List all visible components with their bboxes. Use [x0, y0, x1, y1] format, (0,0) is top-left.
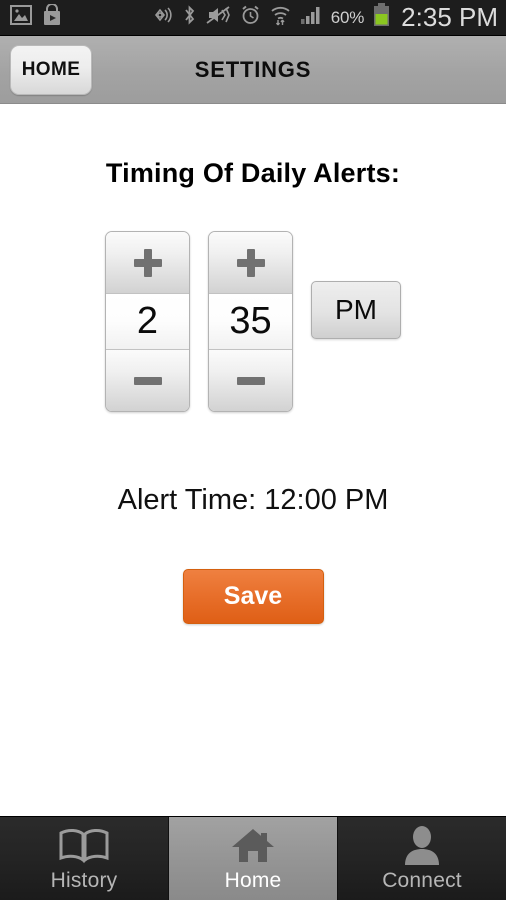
minus-icon [236, 376, 265, 385]
time-picker-row: 2 35 PM [0, 231, 506, 412]
plus-icon [236, 248, 265, 277]
book-icon [58, 825, 110, 865]
minute-stepper: 35 [208, 231, 293, 412]
minute-increment-button[interactable] [209, 232, 292, 294]
settings-content: Timing Of Daily Alerts: 2 35 PM Alert Ti… [0, 104, 506, 816]
play-store-icon [42, 3, 62, 31]
person-icon [401, 825, 443, 865]
tab-history[interactable]: History [0, 817, 168, 900]
home-up-button[interactable]: HOME [10, 44, 92, 95]
tab-connect-label: Connect [382, 868, 462, 892]
minute-decrement-button[interactable] [209, 349, 292, 411]
vibrate-mute-icon [205, 5, 231, 30]
status-bar-left-icons [10, 3, 62, 31]
tab-connect[interactable]: Connect [337, 817, 506, 900]
hour-decrement-button[interactable] [106, 349, 189, 411]
clock-label: 2:35 PM [401, 2, 498, 32]
plus-icon [133, 248, 162, 277]
nfc-beam-icon [148, 5, 174, 30]
wifi-icon [270, 5, 291, 31]
status-bar-right-icons: 60% 2:35 PM [148, 2, 498, 33]
bluetooth-icon [183, 5, 196, 30]
tab-home[interactable]: Home [168, 817, 337, 900]
save-button[interactable]: Save [182, 569, 324, 624]
minute-value[interactable]: 35 [209, 294, 292, 349]
hour-increment-button[interactable] [106, 232, 189, 294]
battery-percent-label: 60% [330, 7, 365, 27]
ampm-toggle-button[interactable]: PM [311, 281, 401, 339]
status-bar: 60% 2:35 PM [0, 0, 506, 36]
bottom-tab-bar: History Home Connect [0, 816, 506, 900]
cellular-signal-icon [300, 5, 322, 30]
tab-history-label: History [50, 868, 118, 892]
action-bar: HOME SETTINGS [0, 36, 506, 104]
section-heading: Timing Of Daily Alerts: [105, 158, 401, 188]
alarm-clock-icon [240, 5, 261, 31]
hour-stepper: 2 [105, 231, 190, 412]
save-button-wrap: Save [0, 569, 506, 624]
battery-icon [373, 3, 390, 32]
tab-home-label: Home [224, 868, 282, 892]
house-icon [230, 825, 276, 865]
app-screen: 60% 2:35 PM HOME SETTINGS Timing Of Dail… [0, 0, 506, 900]
hour-value[interactable]: 2 [106, 294, 189, 349]
alert-time-label: Alert Time: 12:00 PM [117, 484, 389, 516]
minus-icon [133, 376, 162, 385]
gallery-image-icon [10, 5, 32, 30]
